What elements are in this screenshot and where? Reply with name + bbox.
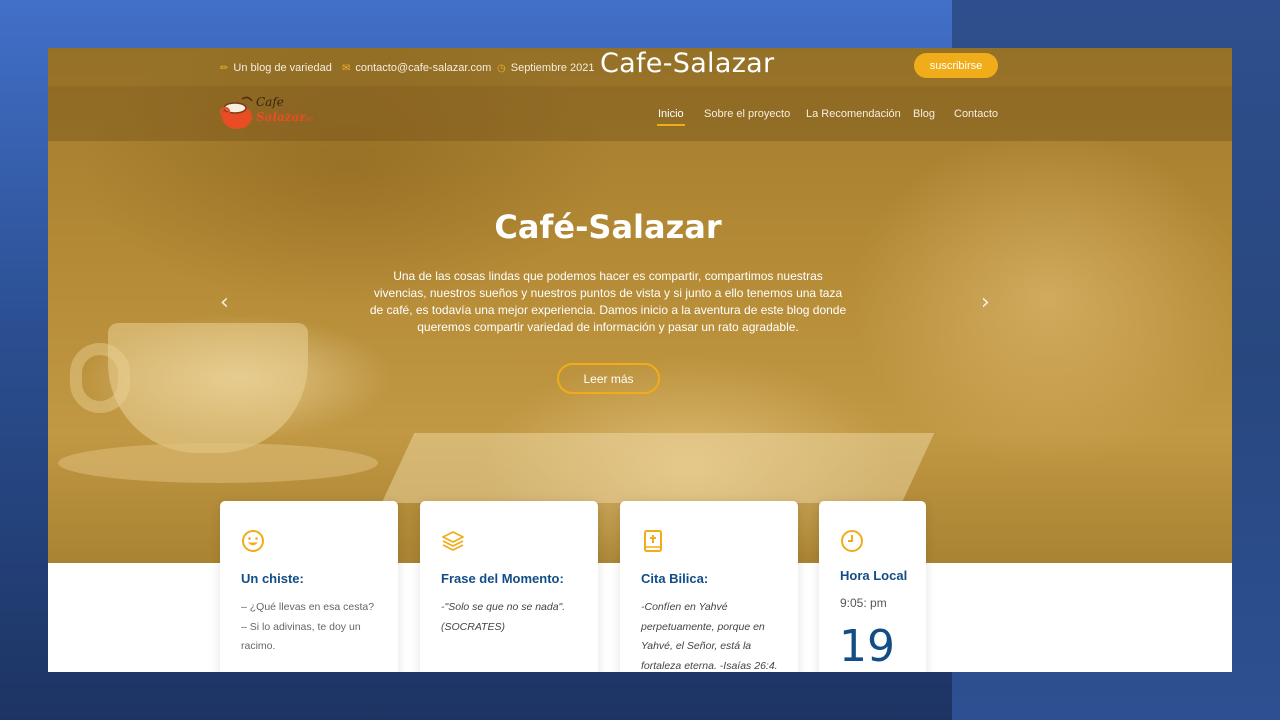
hero-line-2: vivencias, nuestros sueños y nuestros pu… <box>373 286 843 300</box>
clock-small-icon: ◷ <box>497 62 506 74</box>
card-bible-line: fortaleza eterna. -Isaías 26:4. <box>641 659 778 672</box>
local-time-value: 9:05: pm <box>840 596 887 610</box>
logo-suffix: .com <box>300 117 314 123</box>
tagline: ✏ Un blog de variedad <box>220 62 332 74</box>
nav-la-recomendacion[interactable]: La Recomendación <box>806 108 901 120</box>
smiley-icon <box>242 530 264 552</box>
nav-blog[interactable]: Blog <box>913 108 935 120</box>
hero-description: Una de las cosas lindas que podemos hace… <box>368 268 848 336</box>
card-joke-body: – ¿Qué llevas en esa cesta? – Si lo adiv… <box>241 598 381 657</box>
notebook-decoration <box>381 433 935 503</box>
email-text[interactable]: contacto@cafe-salazar.com <box>355 62 491 74</box>
saucer-decoration <box>58 443 378 483</box>
card-time-title: Hora Local <box>840 568 908 583</box>
date-text: Septiembre 2021 <box>510 62 595 74</box>
card-quote-line: (SOCRATES) <box>441 620 505 633</box>
chevron-right-icon[interactable]: › <box>981 290 990 315</box>
date-info: ◷ Septiembre 2021 <box>497 62 595 74</box>
bible-icon <box>644 530 662 552</box>
card-joke: Un chiste: – ¿Qué llevas en esa cesta? –… <box>220 501 398 672</box>
clock-icon <box>841 530 863 552</box>
card-joke-title: Un chiste: <box>241 571 304 586</box>
logo-word-cafe: Cafe <box>256 95 284 109</box>
hero-title: Café-Salazar <box>494 208 722 246</box>
nav-inicio[interactable]: Inicio <box>658 108 684 120</box>
card-quote: Frase del Momento: -"Solo se que no se n… <box>420 501 598 672</box>
card-joke-line: racimo. <box>241 640 276 652</box>
nav-active-underline <box>657 124 685 126</box>
nav-contacto[interactable]: Contacto <box>954 108 998 120</box>
logo-word-salazar: Salazar <box>256 110 306 124</box>
hero-line-4: queremos compartir variedad de informaci… <box>417 320 799 334</box>
hero-line-1: Una de las cosas lindas que podemos hace… <box>393 269 823 283</box>
read-more-button[interactable]: Leer más <box>557 363 660 394</box>
card-bible-title: Cita Bilica: <box>641 571 709 586</box>
coffee-cup-decoration <box>108 323 308 453</box>
card-bible-body: -Confíen en Yahvé perpetuamente, porque … <box>641 598 791 672</box>
pencil-icon: ✏ <box>220 62 229 74</box>
email-contact[interactable]: ✉ contacto@cafe-salazar.com <box>342 62 491 74</box>
envelope-icon: ✉ <box>342 62 351 74</box>
nav-sobre-el-proyecto[interactable]: Sobre el proyecto <box>704 108 790 120</box>
card-bible: Cita Bilica: -Confíen en Yahvé perpetuam… <box>620 501 798 672</box>
card-bible-line: Yahvé, el Señor, está la <box>641 640 752 652</box>
local-day-value: 19 <box>839 621 895 672</box>
card-quote-title: Frase del Momento: <box>441 571 564 586</box>
website-screenshot: ✏ Un blog de variedad ✉ contacto@cafe-sa… <box>48 48 1232 672</box>
chevron-left-icon[interactable]: ‹ <box>220 290 229 315</box>
card-quote-body: -"Solo se que no se nada". (SOCRATES) <box>441 598 581 637</box>
layers-icon <box>442 531 464 551</box>
card-joke-line: – Si lo adivinas, te doy un <box>241 620 361 633</box>
tagline-text: Un blog de variedad <box>233 62 332 74</box>
card-bible-line: perpetuamente, porque en <box>641 620 765 633</box>
subscribe-button[interactable]: suscribirse <box>914 53 998 78</box>
site-logo[interactable]: Cafe Salazar .com <box>219 95 315 133</box>
hero-line-3: de café, es todavía una mejor experienci… <box>369 303 847 317</box>
card-quote-line: -"Solo se que no se nada". <box>441 601 566 613</box>
card-joke-line: – ¿Qué llevas en esa cesta? <box>241 601 375 613</box>
card-bible-line: -Confíen en Yahvé <box>641 601 728 613</box>
card-local-time: Hora Local 9:05: pm 19 <box>819 501 926 672</box>
site-title: Cafe-Salazar <box>600 48 775 79</box>
